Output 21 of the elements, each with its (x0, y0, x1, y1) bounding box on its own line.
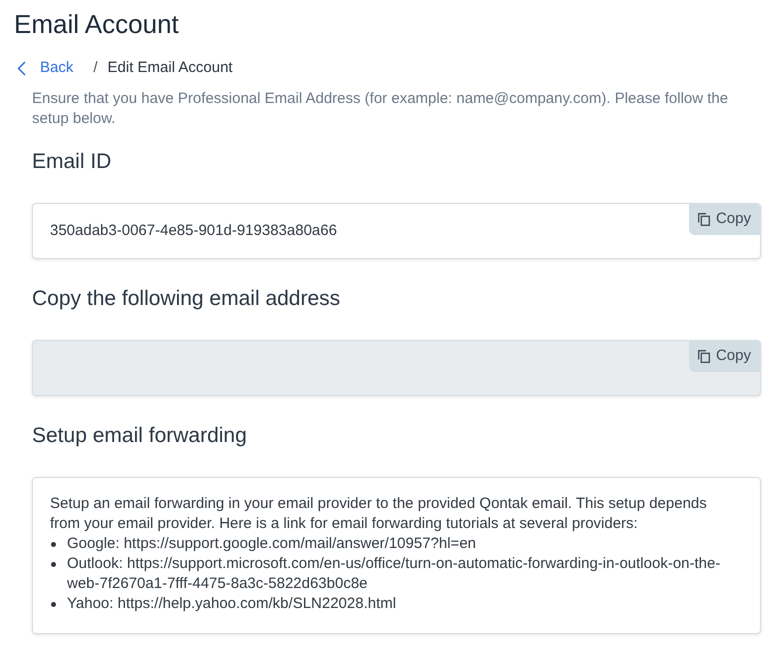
provider-link-item: Yahoo: https://help.yahoo.com/kb/SLN22028.html (67, 594, 396, 614)
section-heading: Email ID (32, 149, 112, 175)
copy-icon (698, 350, 710, 363)
instructions-text: Setup an email forwarding in your email provider to the provided Qontak email. This setup depends from your email provider. Here is a link for email forwarding tutorials at several providers: (50, 494, 708, 534)
breadcrumb-separator: / (93, 59, 98, 77)
section-heading: Copy the following email address (32, 286, 340, 312)
breadcrumb-current: Edit Email Account (108, 59, 233, 77)
bullet-icon (51, 542, 56, 546)
copy-icon (698, 213, 710, 226)
field-value: 350adab3-0067-4e85-901d-919383a80a66 (50, 221, 337, 241)
bullet-icon (51, 562, 56, 566)
description-text: Ensure that you have Professional Email Address (for example: name@company.com). Please follow the setup below. (32, 89, 730, 129)
copy-button[interactable]: Copy (688, 204, 760, 235)
provider-link-item: Google: https://support.google.com/mail/answer/10957?hl=en (67, 534, 476, 554)
page-title: Email Account (14, 8, 179, 41)
chevron-left-icon (17, 60, 26, 76)
section-heading: Setup email forwarding (32, 423, 247, 449)
text-field[interactable]: 350adab3-0067-4e85-901d-919383a80a66 Copy (32, 203, 761, 259)
provider-link-item: Outlook: https://support.microsoft.com/en-us/office/turn-on-automatic-forwarding-in-outlook-on-the-web-7f2670a1-7fff-4475-8a3c-5822d63b0c8e (67, 554, 722, 594)
bullet-icon (51, 602, 56, 606)
back-link[interactable]: Back (17, 59, 74, 77)
